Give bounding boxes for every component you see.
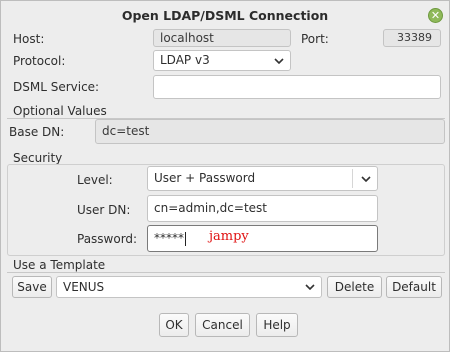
level-select[interactable]: User + Password [147, 166, 378, 191]
title-bar: Open LDAP/DSML Connection ✕ [1, 1, 449, 29]
host-field[interactable]: localhost [153, 29, 291, 47]
jampy-annotation: jampy [209, 229, 249, 244]
ok-button[interactable]: OK [159, 313, 189, 337]
level-value: User + Password [154, 171, 256, 185]
password-label: Password: [77, 232, 138, 246]
template-value: VENUS [63, 280, 105, 294]
template-select[interactable]: VENUS [56, 276, 322, 298]
base-dn-field[interactable]: dc=test [95, 119, 445, 144]
dsml-service-label: DSML Service: [13, 80, 100, 94]
security-title: Security [13, 151, 63, 165]
level-label: Level: [77, 173, 113, 187]
password-mask: ***** [154, 231, 184, 245]
window-title: Open LDAP/DSML Connection [121, 8, 329, 23]
ldap-connection-dialog: Open LDAP/DSML Connection ✕ Host: localh… [0, 0, 450, 352]
protocol-label: Protocol: [13, 54, 66, 68]
template-default-button[interactable]: Default [386, 276, 442, 298]
template-delete-button[interactable]: Delete [327, 276, 382, 298]
user-dn-label: User DN: [77, 203, 131, 217]
help-button[interactable]: Help [256, 313, 298, 337]
chevron-down-icon [274, 57, 284, 64]
host-label: Host: [13, 32, 45, 46]
password-field[interactable]: ***** [147, 225, 378, 252]
protocol-value: LDAP v3 [160, 53, 210, 67]
dsml-service-field[interactable] [153, 75, 441, 99]
optional-values-title: Optional Values [13, 104, 107, 118]
protocol-select[interactable]: LDAP v3 [153, 50, 291, 71]
base-dn-label: Base DN: [9, 125, 65, 139]
template-title: Use a Template [13, 258, 106, 272]
chevron-down-icon [361, 175, 371, 182]
level-select-separator [352, 169, 353, 188]
template-divider [7, 272, 445, 273]
close-icon[interactable]: ✕ [428, 8, 443, 23]
text-cursor [185, 231, 186, 246]
template-save-button[interactable]: Save [12, 276, 52, 298]
user-dn-field[interactable]: cn=admin,dc=test [147, 195, 378, 222]
chevron-down-icon [305, 284, 315, 290]
cancel-button[interactable]: Cancel [195, 313, 250, 337]
port-field[interactable]: 33389 [383, 29, 441, 47]
port-label: Port: [301, 32, 329, 46]
